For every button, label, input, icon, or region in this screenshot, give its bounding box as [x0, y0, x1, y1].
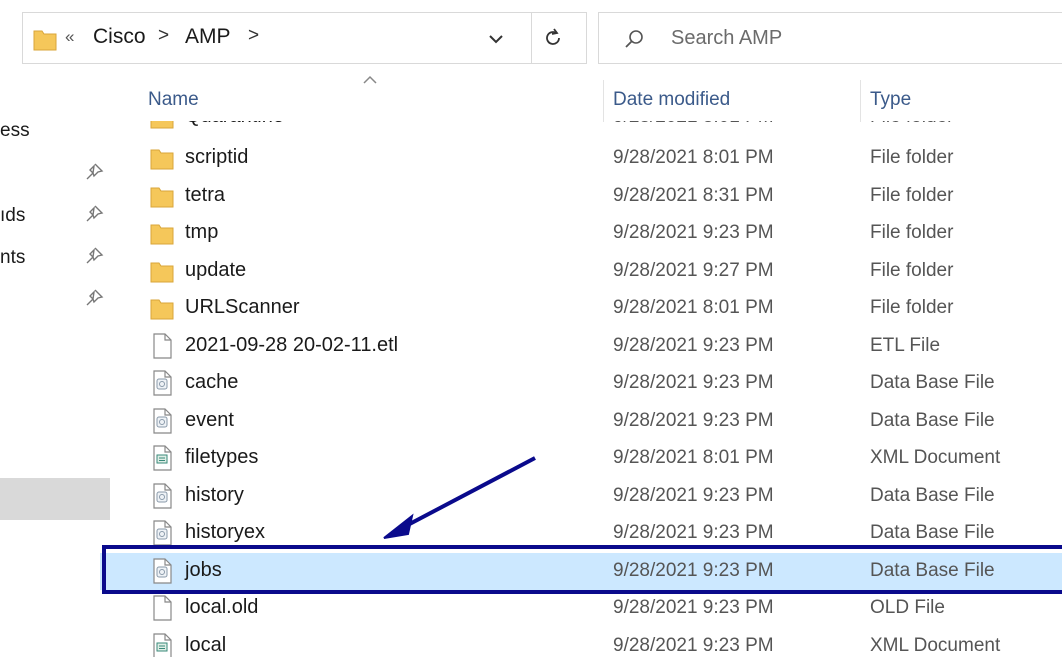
breadcrumb-separator-icon[interactable]: > [158, 25, 169, 47]
file-type: File folder [870, 121, 953, 128]
file-type: File folder [870, 222, 954, 243]
file-name[interactable]: local [185, 634, 226, 657]
database-file-icon [153, 407, 172, 434]
xml-file-icon [153, 445, 172, 471]
file-date-modified: 9/28/2021 8:01 PM [613, 147, 774, 168]
breadcrumb-cisco[interactable]: Cisco [93, 25, 146, 49]
file-row[interactable]: local.old 9/28/2021 9:23 PM OLD File [100, 590, 1062, 627]
file-type: OLD File [870, 597, 945, 618]
database-file-icon [153, 520, 172, 546]
file-date-modified: 9/28/2021 9:23 PM [613, 409, 774, 431]
search-icon [625, 30, 643, 48]
file-name[interactable]: update [185, 259, 246, 282]
file-date-modified: 9/28/2021 8:01 PM [613, 297, 774, 318]
file-type: File folder [870, 297, 954, 318]
quick-access-item[interactable]: ess [0, 120, 30, 142]
file-date-modified: 9/28/2021 8:31 PM [613, 184, 774, 206]
file-name[interactable]: 2021-09-28 20-02-11.etl [185, 334, 398, 357]
nav-selected-item[interactable] [0, 478, 110, 520]
column-divider[interactable] [603, 80, 604, 122]
folder-icon [150, 187, 174, 207]
file-type: File folder [870, 259, 954, 281]
column-header-date-modified[interactable]: Date modified [613, 89, 730, 111]
blank-file-icon [153, 332, 172, 359]
search-input[interactable]: Search AMP [671, 27, 782, 50]
file-name[interactable]: tetra [185, 184, 225, 207]
breadcrumb-overflow-icon[interactable]: « [65, 27, 74, 47]
file-date-modified: 9/28/2021 9:23 PM [613, 334, 774, 356]
column-header-type[interactable]: Type [870, 89, 911, 111]
file-row[interactable]: filetypes 9/28/2021 8:01 PM XML Document [100, 440, 1062, 477]
file-type: File folder [870, 184, 954, 206]
database-file-icon [153, 557, 172, 584]
file-date-modified: 9/28/2021 8:01 PM [613, 121, 774, 128]
file-name[interactable]: historyex [185, 521, 265, 544]
file-type: Data Base File [870, 522, 995, 543]
file-date-modified: 9/28/2021 9:23 PM [613, 372, 774, 393]
folder-icon [150, 149, 174, 170]
sort-ascending-icon [363, 75, 377, 84]
file-name[interactable]: history [185, 484, 244, 507]
column-header-name[interactable]: Name [148, 89, 199, 111]
address-bar[interactable]: « Cisco > AMP > [22, 12, 587, 64]
database-file-icon [153, 370, 172, 396]
file-name[interactable]: local.old [185, 596, 258, 619]
file-name[interactable]: cache [185, 371, 238, 394]
file-type: XML Document [870, 634, 1001, 656]
file-row[interactable]: 2021-09-28 20-02-11.etl 9/28/2021 9:23 PM… [100, 328, 1062, 365]
file-date-modified: 9/28/2021 9:23 PM [613, 522, 774, 543]
file-date-modified: 9/28/2021 9:27 PM [613, 259, 774, 281]
file-name[interactable]: URLScanner [185, 296, 300, 319]
blank-file-icon [153, 595, 172, 621]
folder-icon [150, 299, 174, 320]
file-date-modified: 9/28/2021 9:23 PM [613, 634, 774, 656]
divider [531, 13, 532, 63]
file-type: XML Document [870, 447, 1001, 468]
column-divider[interactable] [860, 80, 861, 122]
file-name[interactable]: event [185, 409, 234, 432]
file-date-modified: 9/28/2021 9:23 PM [613, 559, 774, 581]
file-date-modified: 9/28/2021 8:01 PM [613, 447, 774, 468]
file-row[interactable]: historyex 9/28/2021 9:23 PM Data Base File [100, 515, 1062, 552]
file-row[interactable]: URLScanner 9/28/2021 8:01 PM File folder [100, 290, 1062, 327]
search-box[interactable]: Search AMP [598, 12, 1062, 64]
file-type: ETL File [870, 334, 941, 356]
file-type: Data Base File [870, 559, 995, 581]
file-date-modified: 9/28/2021 9:23 PM [613, 597, 774, 618]
refresh-icon[interactable] [541, 26, 565, 50]
file-row[interactable]: history 9/28/2021 9:23 PM Data Base File [100, 478, 1062, 515]
file-type: Data Base File [870, 409, 995, 431]
database-file-icon [153, 482, 172, 509]
chevron-down-icon[interactable] [488, 33, 504, 45]
folder-icon [150, 121, 174, 129]
file-row[interactable]: Quarantine 9/28/2021 8:01 PM File folder [100, 121, 1062, 133]
breadcrumb-separator-icon[interactable]: > [248, 25, 259, 47]
file-row[interactable]: event 9/28/2021 9:23 PM Data Base File [100, 403, 1062, 440]
file-row[interactable]: jobs 9/28/2021 9:23 PM Data Base File [100, 552, 1062, 590]
file-date-modified: 9/28/2021 9:23 PM [613, 222, 774, 243]
file-row[interactable]: cache 9/28/2021 9:23 PM Data Base File [100, 365, 1062, 402]
folder-icon [150, 224, 174, 245]
folder-icon [150, 262, 174, 282]
file-row[interactable]: tetra 9/28/2021 8:31 PM File folder [100, 178, 1062, 215]
file-type: Data Base File [870, 372, 995, 393]
file-row[interactable]: tmp 9/28/2021 9:23 PM File folder [100, 215, 1062, 252]
file-name[interactable]: filetypes [185, 446, 258, 469]
breadcrumb-amp[interactable]: AMP [185, 25, 231, 49]
quick-access-item[interactable]: nts [0, 247, 25, 269]
file-row[interactable]: scriptid 9/28/2021 8:01 PM File folder [100, 140, 1062, 177]
file-name[interactable]: jobs [185, 559, 222, 582]
file-type: Data Base File [870, 484, 995, 506]
folder-icon [33, 30, 57, 51]
xml-file-icon [153, 632, 172, 657]
file-name[interactable]: tmp [185, 221, 218, 244]
file-date-modified: 9/28/2021 9:23 PM [613, 484, 774, 506]
file-type: File folder [870, 147, 954, 168]
file-row[interactable]: local 9/28/2021 9:23 PM XML Document [100, 628, 1062, 657]
annotation-arrow [383, 456, 536, 539]
quick-access-item[interactable]: ıds [0, 205, 25, 227]
file-row[interactable]: update 9/28/2021 9:27 PM File folder [100, 253, 1062, 290]
file-name[interactable]: Quarantine [185, 121, 284, 128]
file-name[interactable]: scriptid [185, 146, 248, 169]
